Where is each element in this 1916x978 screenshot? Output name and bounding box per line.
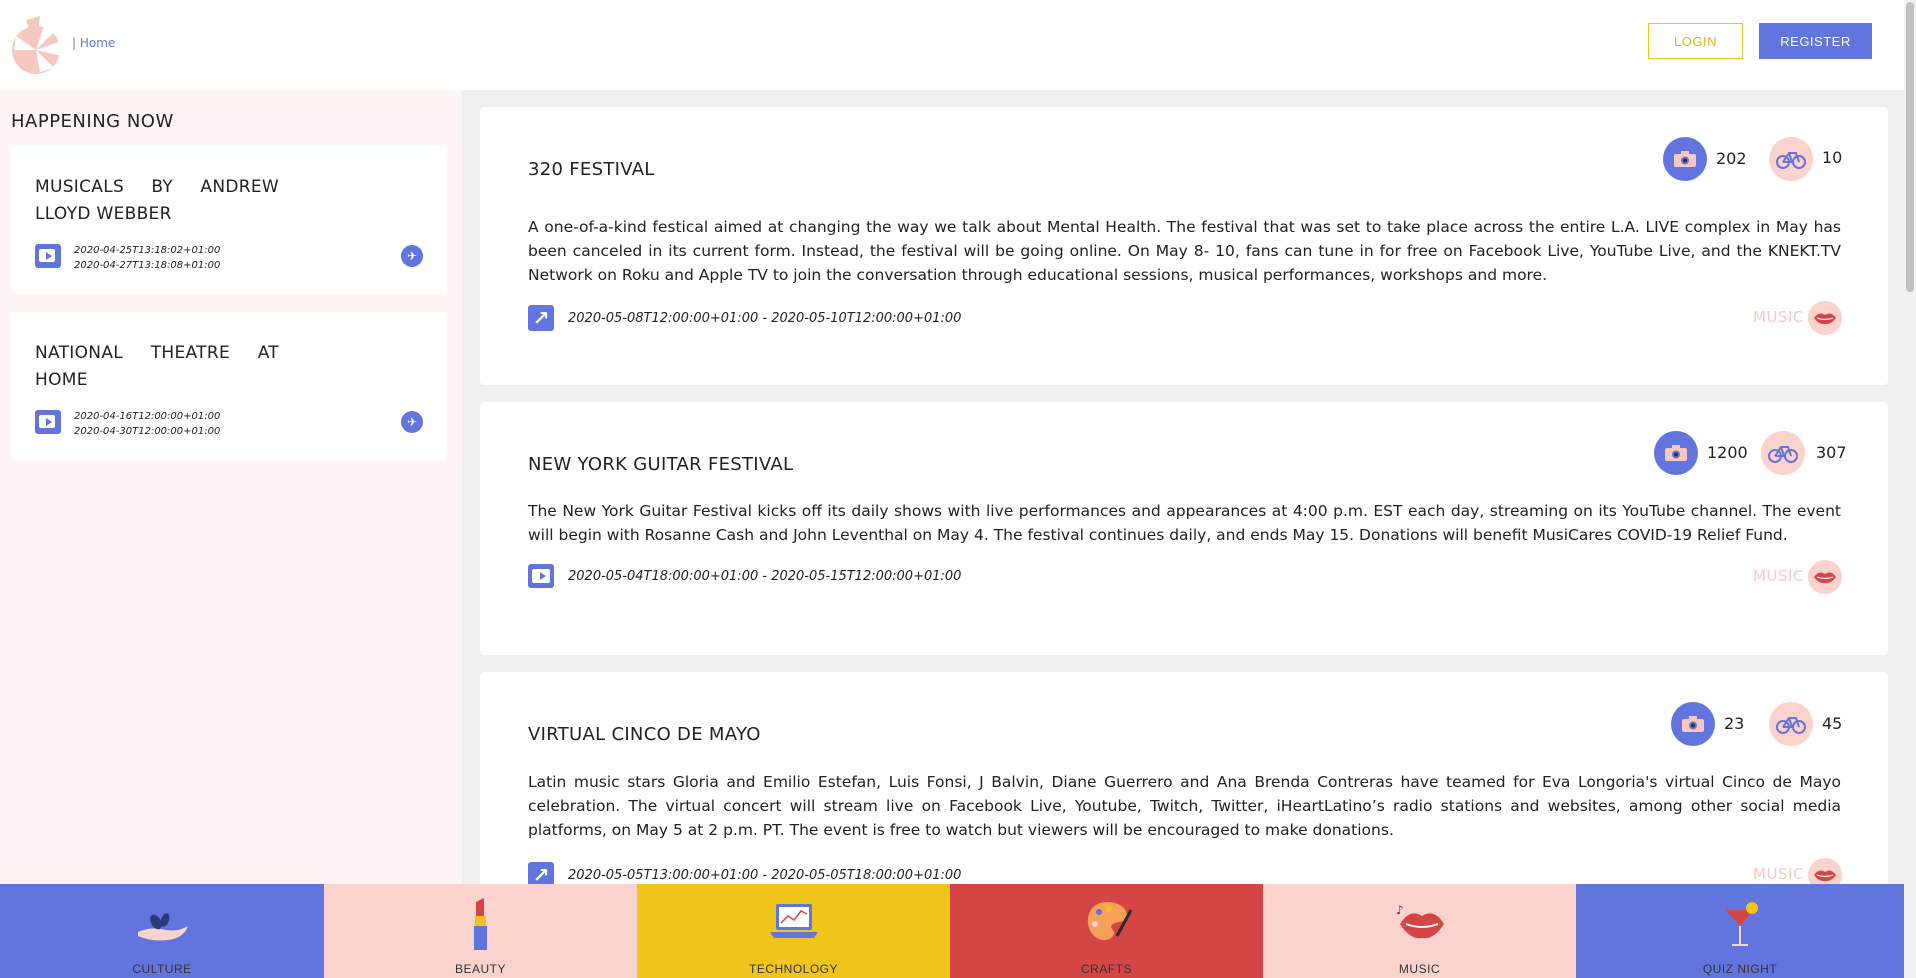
home-link[interactable]: | Home bbox=[72, 36, 115, 50]
svg-text:♪: ♪ bbox=[1396, 903, 1404, 917]
event-dates: 2020-05-08T12:00:00+01:00 - 2020-05-10T1… bbox=[568, 311, 962, 326]
camera-count: 1200 bbox=[1707, 443, 1748, 462]
logo-icon[interactable] bbox=[10, 10, 68, 74]
bicycle-count: 10 bbox=[1822, 148, 1843, 167]
event-description: Latin music stars Gloria and Emilio Este… bbox=[528, 773, 1841, 839]
nav-item-crafts[interactable]: CRAFTS bbox=[950, 884, 1263, 978]
lips-icon[interactable] bbox=[1808, 301, 1842, 335]
hand-icon bbox=[138, 913, 188, 941]
camera-icon[interactable] bbox=[1663, 137, 1707, 181]
nav-item-quiz-night[interactable]: QUIZ NIGHT bbox=[1576, 884, 1904, 978]
happening-now-dates: 2020-04-25T13:18:02+01:00 2020-04-27T13:… bbox=[74, 245, 221, 271]
lipstick-icon bbox=[473, 898, 487, 950]
event-dates: 2020-05-04T18:00:00+01:00 - 2020-05-15T1… bbox=[568, 569, 962, 584]
nav-item-beauty[interactable]: BEAUTY bbox=[324, 884, 637, 978]
happening-now-card[interactable]: NATIONAL THEATRE AT HOME 2020-04-16T12:0… bbox=[11, 312, 447, 460]
event-card[interactable]: NEW YORK GUITAR FESTIVAL 1200 307 The Ne… bbox=[480, 402, 1888, 655]
nav-label[interactable]: MUSIC bbox=[1399, 962, 1440, 976]
event-card[interactable]: VIRTUAL CINCO DE MAYO 23 45 Latin music … bbox=[480, 672, 1888, 886]
nav-item-technology[interactable]: TECHNOLOGY bbox=[637, 884, 950, 978]
plane-icon[interactable]: ✈ bbox=[401, 411, 423, 433]
event-dates: 2020-05-05T13:00:00+01:00 - 2020-05-05T1… bbox=[568, 868, 962, 883]
nav-label[interactable]: BEAUTY bbox=[455, 962, 506, 976]
camera-count: 23 bbox=[1724, 714, 1745, 733]
nav-item-music[interactable]: ♪ MUSIC bbox=[1263, 884, 1576, 978]
nav-label[interactable]: CRAFTS bbox=[1081, 962, 1132, 976]
bicycle-count: 45 bbox=[1822, 714, 1843, 733]
plane-icon[interactable]: ✈ bbox=[401, 245, 423, 267]
camera-icon[interactable] bbox=[1671, 702, 1715, 746]
event-category[interactable]: MUSIC bbox=[1753, 567, 1804, 585]
bicycle-icon[interactable] bbox=[1761, 431, 1805, 475]
nav-label[interactable]: CULTURE bbox=[132, 962, 191, 976]
camera-icon[interactable] bbox=[1654, 431, 1698, 475]
event-list[interactable]: 320 FESTIVAL 202 10 A one-of-a-kind fest… bbox=[463, 90, 1904, 886]
sidebar-happening-now: HAPPENING NOW MUSICALS BY ANDREW LLOYD W… bbox=[0, 90, 463, 886]
video-icon bbox=[35, 244, 61, 268]
laptop-icon bbox=[769, 904, 818, 938]
sidebar-title: HAPPENING NOW bbox=[11, 111, 174, 132]
nav-label[interactable]: QUIZ NIGHT bbox=[1703, 962, 1777, 976]
page-scrollbar[interactable] bbox=[1904, 0, 1916, 978]
event-description: The New York Guitar Festival kicks off i… bbox=[528, 502, 1841, 544]
event-category[interactable]: MUSIC bbox=[1753, 865, 1804, 883]
scrollbar-thumb[interactable] bbox=[1906, 2, 1914, 292]
event-title[interactable]: NEW YORK GUITAR FESTIVAL bbox=[528, 454, 793, 475]
bicycle-count: 307 bbox=[1816, 443, 1847, 462]
login-button[interactable]: LOGIN bbox=[1648, 23, 1743, 59]
nav-item-culture[interactable]: CULTURE bbox=[0, 884, 324, 978]
event-card[interactable]: 320 FESTIVAL 202 10 A one-of-a-kind fest… bbox=[480, 107, 1888, 385]
nav-label[interactable]: TECHNOLOGY bbox=[749, 962, 838, 976]
happening-now-card[interactable]: MUSICALS BY ANDREW LLOYD WEBBER 2020-04-… bbox=[11, 146, 447, 294]
event-category[interactable]: MUSIC bbox=[1753, 308, 1804, 326]
happening-now-title[interactable]: MUSICALS BY ANDREW LLOYD WEBBER bbox=[35, 174, 279, 228]
external-link-icon[interactable]: ↗ bbox=[528, 862, 554, 886]
lips-icon[interactable] bbox=[1808, 560, 1842, 594]
palette-icon bbox=[1087, 902, 1132, 941]
lips-icon: ♪ bbox=[1396, 903, 1444, 939]
video-icon bbox=[35, 410, 61, 434]
bicycle-icon[interactable] bbox=[1769, 702, 1813, 746]
category-nav: CULTURE BEAUTY TECHNOLOGY CRAFTS ♪ MUSIC… bbox=[0, 884, 1904, 978]
video-icon[interactable] bbox=[528, 564, 554, 588]
happening-now-dates: 2020-04-16T12:00:00+01:00 2020-04-30T12:… bbox=[74, 411, 221, 437]
event-title[interactable]: 320 FESTIVAL bbox=[528, 159, 655, 180]
external-link-icon[interactable]: ↗ bbox=[528, 305, 554, 331]
happening-now-title[interactable]: NATIONAL THEATRE AT HOME bbox=[35, 340, 279, 394]
register-button[interactable]: REGISTER bbox=[1759, 23, 1872, 59]
header: | Home LOGIN REGISTER bbox=[0, 0, 1904, 90]
lips-icon[interactable] bbox=[1808, 858, 1842, 886]
event-description: A one-of-a-kind festical aimed at changi… bbox=[528, 218, 1841, 284]
event-title[interactable]: VIRTUAL CINCO DE MAYO bbox=[528, 724, 761, 745]
camera-count: 202 bbox=[1716, 149, 1747, 168]
cocktail-icon bbox=[1726, 902, 1758, 946]
bicycle-icon[interactable] bbox=[1769, 137, 1813, 181]
